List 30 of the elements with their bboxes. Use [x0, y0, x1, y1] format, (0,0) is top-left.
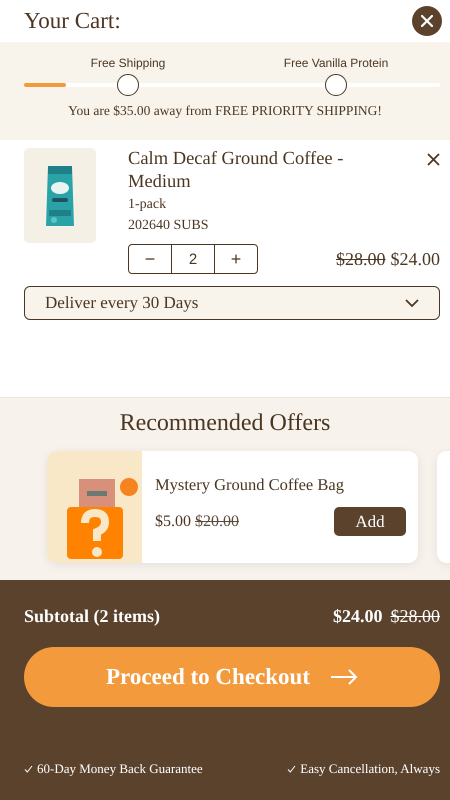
decrease-button[interactable]: − [129, 245, 171, 273]
subtotal-price: $24.00 [333, 606, 382, 627]
offer-price: $5.00 [155, 512, 191, 530]
close-icon [421, 15, 433, 27]
guarantee-text: 60-Day Money Back Guarantee [37, 761, 203, 777]
check-icon [24, 765, 33, 773]
add-button[interactable]: Add [334, 507, 406, 536]
guarantee-text: Easy Cancellation, Always [300, 761, 440, 777]
section-title: Recommended Offers [118, 410, 332, 437]
remove-icon[interactable] [427, 153, 440, 166]
product-variant: 1-pack [128, 196, 168, 214]
quantity-value: 2 [171, 245, 215, 273]
increase-button[interactable]: + [215, 245, 257, 273]
original-subtotal: $28.00 [390, 606, 440, 627]
shipping-message: You are $35.00 away from FREE PRIORITY SHIPPING! [67, 103, 383, 119]
check-icon [287, 765, 296, 773]
product-sku: 202640 SUBS [128, 217, 210, 235]
cart-title: Your Cart: [24, 8, 121, 34]
close-button[interactable] [412, 6, 442, 36]
delivery-dropdown[interactable]: Deliver every 30 Days [24, 286, 440, 320]
offer-name: Mystery Ground Coffee Bag [155, 475, 345, 495]
subtotal-label: Subtotal (2 items) [24, 606, 161, 627]
milestone-label: Free Shipping [90, 56, 166, 70]
offer-original-price: $20.00 [195, 512, 239, 530]
product-name: Calm Decaf Ground Coffee - Medium [128, 148, 344, 194]
arrow-right-icon [330, 669, 358, 685]
original-price: $28.00 [336, 248, 386, 270]
sale-price: $24.00 [390, 248, 440, 270]
milestone-label: Free Vanilla Protein [284, 56, 388, 70]
chevron-down-icon [405, 299, 419, 307]
